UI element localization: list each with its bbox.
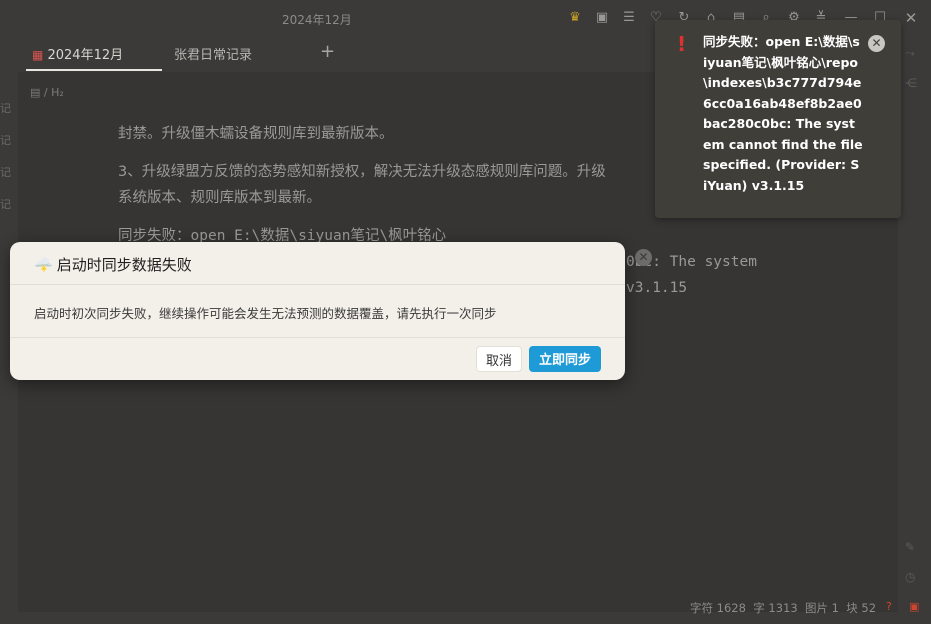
help-icon[interactable]: ?: [886, 600, 892, 613]
toast-close-icon[interactable]: ✕: [868, 35, 885, 52]
history-icon[interactable]: ◷: [905, 570, 915, 584]
dock-item[interactable]: 记: [0, 132, 12, 164]
status-bar: 字符 1628 字 1313 图片 1 块 52: [690, 600, 876, 616]
calendar-icon: ▦: [32, 48, 44, 62]
paragraph[interactable]: 3、升级绿盟方反馈的态势感知新授权，解决无法升级态感规则库问题。升级: [118, 159, 606, 185]
breadcrumb-heading: H₂: [51, 86, 64, 99]
book-icon[interactable]: ▣: [593, 9, 611, 27]
share-icon[interactable]: ⤳: [905, 46, 915, 61]
tab-label: 张君日常记录: [174, 48, 253, 63]
doc-icon: ▤: [30, 86, 41, 99]
dock-item[interactable]: 记: [0, 196, 12, 228]
paragraph[interactable]: 系统版本、规则库版本到最新。: [118, 185, 321, 211]
edit-icon[interactable]: ✎: [905, 540, 915, 554]
paragraph[interactable]: 封禁。升级僵木蠕设备规则库到最新版本。: [118, 121, 394, 147]
sync-error-toast: ! 同步失败：open E:\数据\siyuan笔记\枫叶铭心\repo\ind…: [655, 20, 901, 218]
dialog-title-text: 启动时同步数据失败: [56, 256, 192, 274]
add-tab-icon[interactable]: +: [320, 41, 335, 62]
close-icon[interactable]: ✕: [635, 249, 652, 266]
tab-2024-12[interactable]: ▦ 2024年12月: [32, 44, 123, 63]
dialog-title: 🌩️ 启动时同步数据失败: [34, 254, 192, 275]
dialog-body: 启动时初次同步失败，继续操作可能会发生无法预测的数据覆盖，请先执行一次同步: [34, 306, 497, 321]
active-tab-indicator: [26, 69, 162, 71]
sync-failed-dialog: 🌩️ 启动时同步数据失败 启动时初次同步失败，继续操作可能会发生无法预测的数据覆盖…: [10, 242, 625, 380]
paragraph[interactable]: v3.1.15: [626, 275, 687, 301]
dock-item[interactable]: 记: [0, 100, 12, 132]
char-count: 字符 1628: [690, 601, 746, 615]
divider: [10, 337, 625, 338]
graph-icon[interactable]: ⋲: [905, 76, 917, 90]
cancel-button[interactable]: 取消: [476, 346, 522, 372]
close-icon[interactable]: ✕: [902, 9, 920, 27]
window-title: 2024年12月: [282, 13, 352, 27]
storm-cloud-icon: 🌩️: [34, 256, 53, 274]
tab-bar: ▦ 2024年12月 张君日常记录 +: [20, 36, 650, 72]
word-count: 字 1313: [753, 601, 798, 615]
dock-item[interactable]: 记: [0, 164, 12, 196]
left-dock: 记 记 记 记: [0, 100, 12, 228]
image-count: 图片 1: [804, 601, 839, 615]
sync-now-button[interactable]: 立即同步: [529, 346, 601, 372]
breadcrumb-separator: /: [43, 86, 48, 99]
error-icon: !: [677, 32, 687, 56]
tab-daily-log[interactable]: 张君日常记录: [174, 44, 252, 63]
divider: [10, 284, 625, 285]
crown-icon[interactable]: ♛: [566, 9, 584, 27]
list-icon[interactable]: ☰: [620, 9, 638, 27]
breadcrumb[interactable]: ▤ / H₂: [30, 86, 64, 99]
block-count: 块 52: [846, 601, 877, 615]
toast-message: 同步失败：open E:\数据\siyuan笔记\枫叶铭心\repo\index…: [703, 34, 863, 193]
alert-icon[interactable]: ▣: [909, 600, 919, 613]
tab-label: 2024年12月: [47, 48, 124, 63]
